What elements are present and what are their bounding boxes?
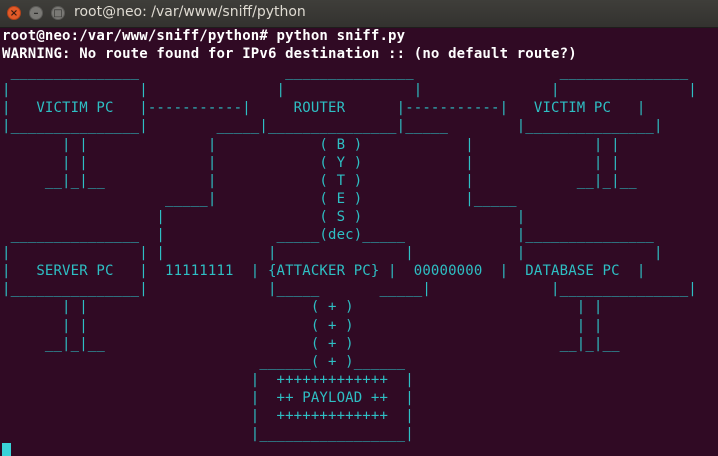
ascii-art-line: | SERVER PC | 11111111 | {ATTACKER PC} |… [2,263,646,280]
ascii-art-line: |_______________| _____|_______________|… [2,118,663,135]
ascii-art-line: | +++++++++++++ | [2,407,414,424]
ascii-art-line: | VICTIM PC |-----------| ROUTER |------… [2,100,646,117]
terminal-output[interactable]: root@neo:/var/www/sniff/python# python s… [0,27,718,456]
ascii-art-line: | ( S ) | [2,208,526,225]
ascii-art-line: _____| ( E ) |_____ [2,190,517,207]
ascii-art-line: ______( + )______ [2,353,406,370]
ascii-art-line: | +++++++++++++ | [2,371,414,388]
ascii-art-line: | | | ( B ) | | | [2,136,620,153]
ascii-art-line: __|_|__ ( + ) __|_|__ [2,335,620,352]
prompt-line: root@neo:/var/www/sniff/python# python s… [2,28,406,44]
cursor-line [2,443,718,456]
ascii-art-line: __|_|__ | ( T ) | __|_|__ [2,172,637,189]
ascii-art-line: | ++ PAYLOAD ++ | [2,389,414,406]
minimize-icon[interactable]: – [29,6,43,20]
text-cursor [2,443,11,456]
ascii-art-line: | | ( + ) | | [2,299,603,316]
ascii-art-line: | | ( + ) | | [2,317,603,334]
ascii-art-line: | | | | | | | [2,245,663,262]
title-bar[interactable]: × – □ root@neo: /var/www/sniff/python [0,0,718,28]
terminal-window: × – □ root@neo: /var/www/sniff/python ro… [0,0,718,456]
ascii-art-line: | | | ( Y ) | | | [2,154,620,171]
warning-line: WARNING: No route found for IPv6 destina… [2,46,577,63]
close-icon[interactable]: × [7,6,21,20]
ascii-art-line: |_________________| [2,426,414,443]
window-title: root@neo: /var/www/sniff/python [74,4,306,20]
ascii-art-line: |_______________| |_____ _____| |_______… [2,281,697,298]
ascii-art-line: _______________ | _____(dec)_____ |_____… [2,227,654,244]
maximize-icon[interactable]: □ [51,6,65,20]
ascii-network-diagram: _______________ _______________ ________… [2,63,718,443]
ascii-art-line: | | | | | | [2,82,697,99]
ascii-art-line: _______________ _______________ ________… [2,64,689,81]
